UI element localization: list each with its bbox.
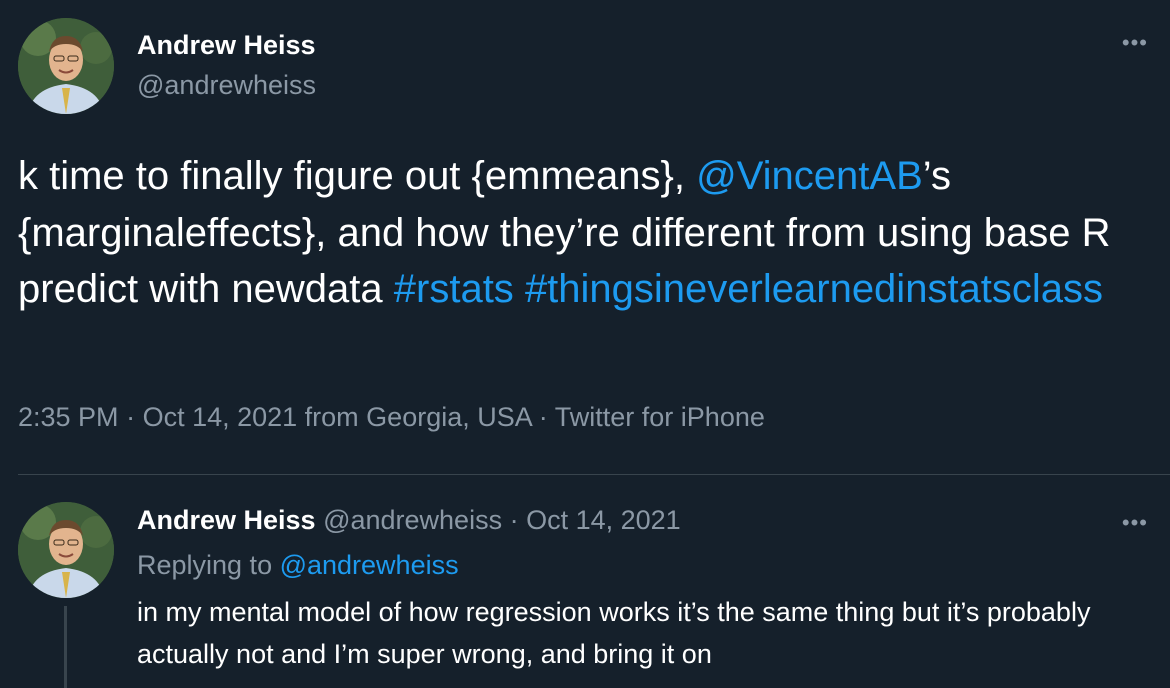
avatar[interactable]	[18, 502, 114, 598]
replying-prefix: Replying to	[137, 550, 280, 580]
tweet-client[interactable]: Twitter for iPhone	[555, 402, 765, 432]
tweet-text: k time to finally figure out {emmeans}, …	[18, 148, 1148, 318]
avatar-photo	[18, 18, 114, 114]
author-name[interactable]: Andrew Heiss	[137, 30, 316, 61]
tweet-time[interactable]: 2:35 PM	[18, 402, 119, 432]
author-handle[interactable]: @andrewheiss	[137, 70, 316, 101]
avatar[interactable]	[18, 18, 114, 114]
tweet-meta: 2:35 PM · Oct 14, 2021 from Georgia, USA…	[18, 402, 765, 433]
hashtag-link[interactable]: #rstats	[394, 267, 514, 311]
tweet-text-part: k time to finally figure out {emmeans},	[18, 154, 697, 198]
reply-date[interactable]: Oct 14, 2021	[526, 505, 681, 535]
more-options-icon[interactable]: •••	[1122, 30, 1148, 56]
mention-link[interactable]: @VincentAB	[696, 154, 923, 198]
replying-handle-link[interactable]: @andrewheiss	[280, 550, 459, 580]
meta-separator: ·	[502, 505, 527, 535]
divider	[18, 474, 1170, 475]
tweet-location: from Georgia, USA	[297, 402, 532, 432]
reply-author-handle[interactable]: @andrewheiss	[323, 505, 502, 535]
reply-header: Andrew Heiss @andrewheiss · Oct 14, 2021	[137, 505, 681, 536]
tweet-text-space	[514, 267, 525, 311]
tweet-date[interactable]: Oct 14, 2021	[143, 402, 298, 432]
replying-to: Replying to @andrewheiss	[137, 550, 459, 581]
thread-line	[64, 606, 67, 688]
reply-text: in my mental model of how regression wor…	[137, 597, 1091, 669]
hashtag-link[interactable]: #thingsineverlearnedinstatsclass	[525, 267, 1103, 311]
meta-separator: ·	[118, 402, 143, 432]
reply-author-name[interactable]: Andrew Heiss	[137, 505, 316, 535]
avatar-photo	[18, 502, 114, 598]
meta-separator: ·	[531, 402, 555, 432]
more-options-icon[interactable]: •••	[1122, 510, 1148, 536]
